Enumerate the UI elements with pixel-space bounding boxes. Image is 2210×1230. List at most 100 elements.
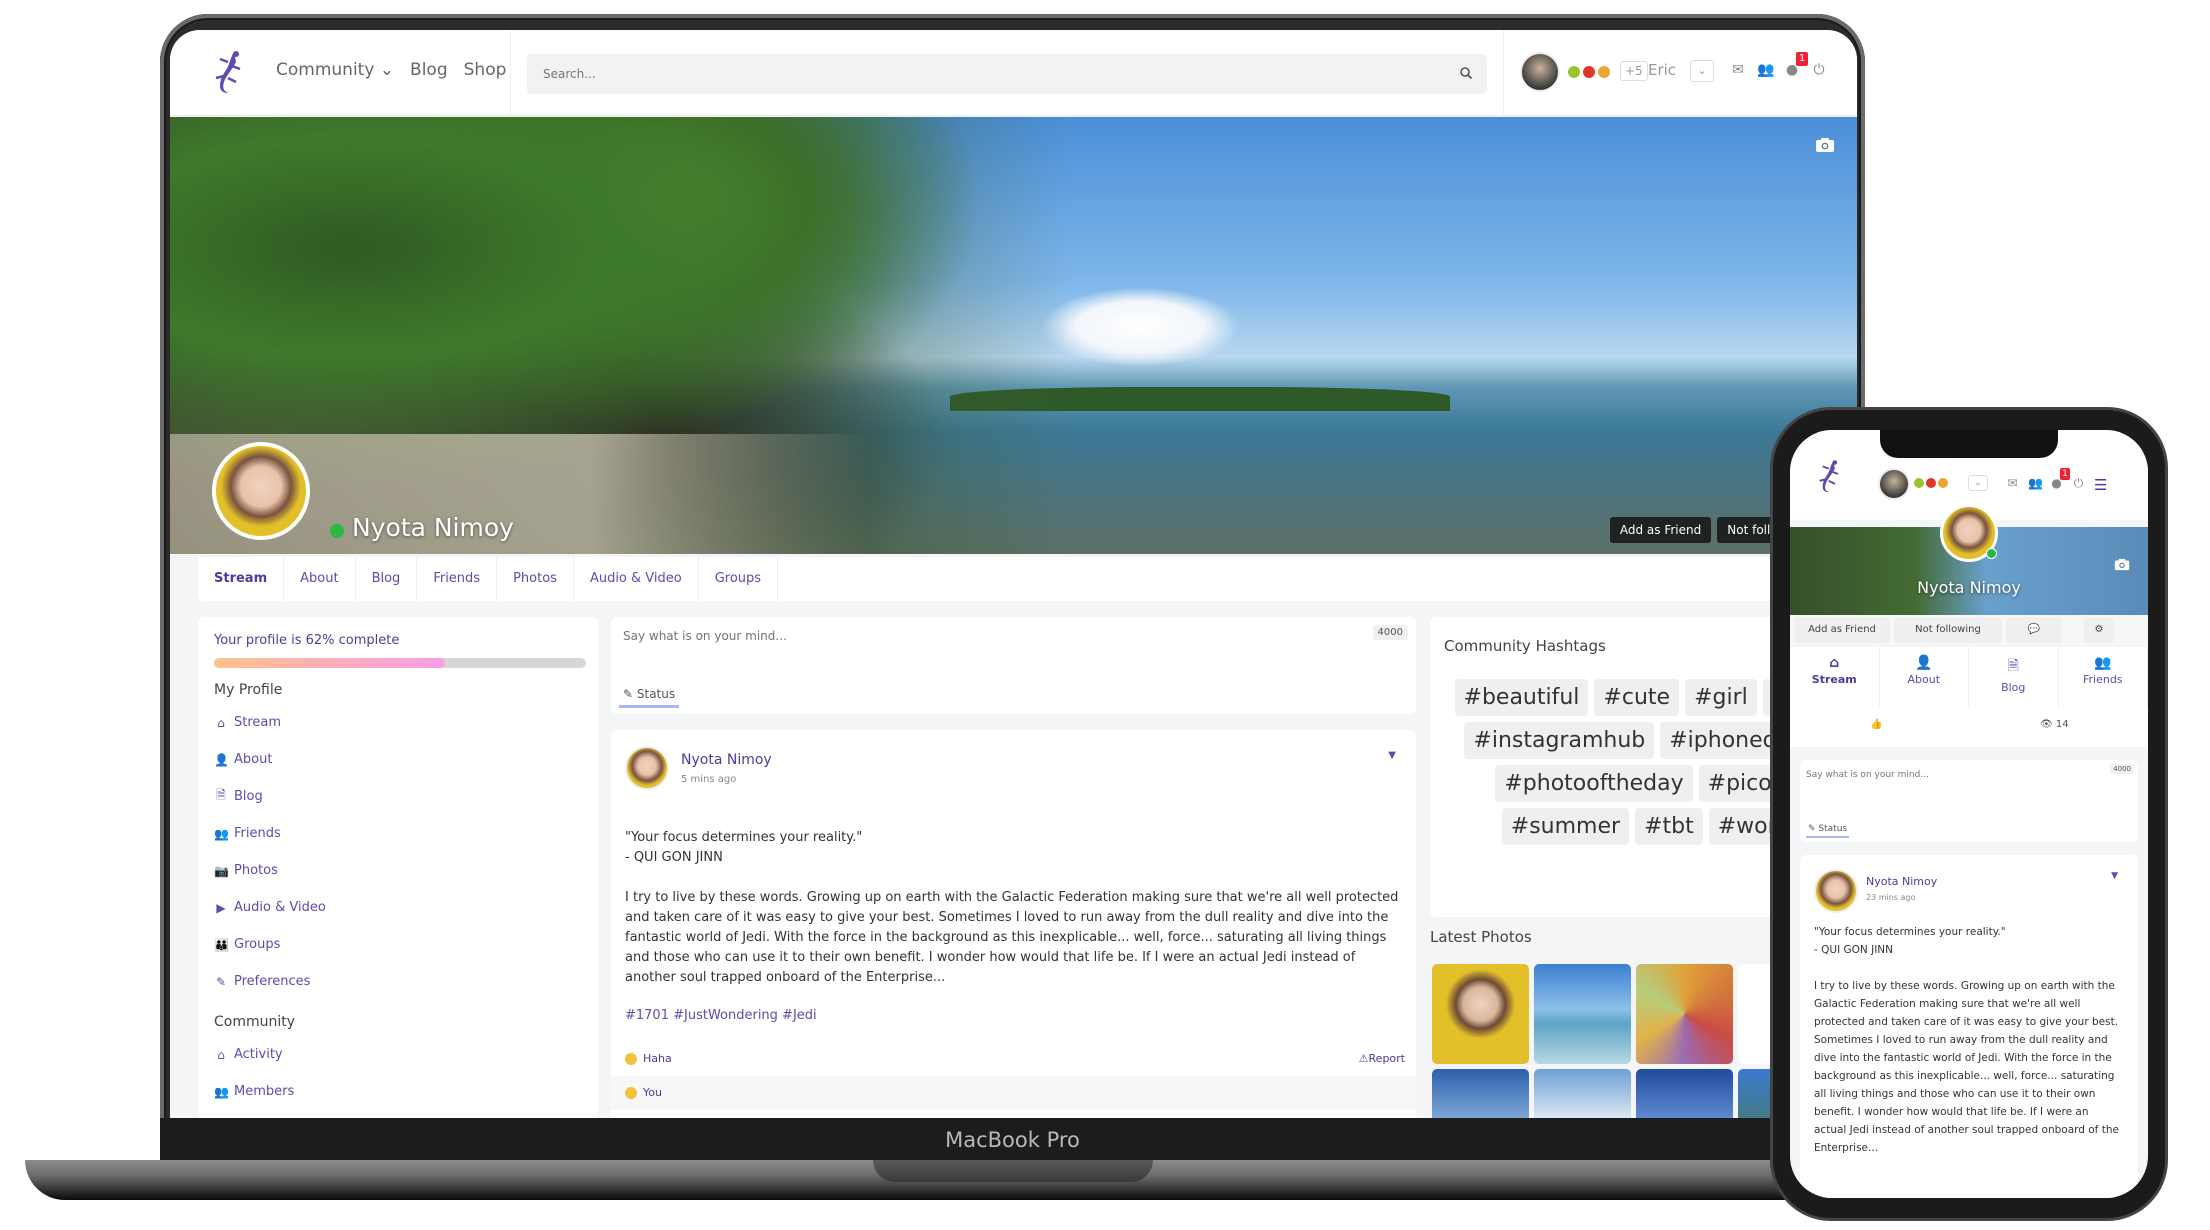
status-tab[interactable]: ✎ Status [1806, 822, 1850, 838]
file-icon: 🗎 [2007, 658, 2019, 674]
search-input[interactable] [527, 54, 1487, 94]
sidebar-item-preferences[interactable]: ✎ Preferences [214, 963, 582, 1000]
post-body: "Your focus determines your reality." - … [1814, 926, 2119, 1154]
sidebar-item-blog[interactable]: 🗎 Blog [214, 778, 582, 815]
search-icon[interactable] [1459, 66, 1473, 80]
add-friend-button[interactable]: Add as Friend [1794, 617, 1890, 643]
gear-icon: ⚙ [2094, 624, 2104, 635]
hashtag[interactable]: #tbt [1635, 808, 1703, 845]
post-author[interactable]: Nyota Nimoy [1866, 875, 1937, 888]
tab-friends[interactable]: 👥 Friends [2059, 647, 2148, 707]
sidebar-item-groups[interactable]: 👪 Groups [214, 926, 582, 963]
status-input[interactable] [1806, 770, 2076, 800]
profile-completion-label: Your profile is 62% complete [214, 633, 400, 648]
laughing-emoji-icon [625, 1053, 637, 1065]
status-composer: 4000 ✎ Status [611, 617, 1416, 714]
hashtag[interactable]: #girl [1685, 679, 1757, 716]
sidebar-item-audio-video[interactable]: ▶ Audio & Video [214, 889, 582, 926]
nav-shop[interactable]: Shop [464, 60, 507, 80]
user-menu-chevron-icon[interactable]: ⌄ [1968, 475, 1988, 491]
sidebar-item-stream[interactable]: ⌂ Stream [214, 704, 582, 741]
more-badges-count[interactable]: +5 [1620, 61, 1648, 81]
post-author-avatar[interactable] [625, 746, 669, 790]
gecko-logo-icon[interactable] [1812, 456, 1844, 498]
profile-views: 👁 14 [2040, 719, 2069, 730]
photo-thumbnail[interactable] [1432, 964, 1529, 1064]
hamburger-menu-icon[interactable]: ☰ [2094, 476, 2107, 494]
mail-icon[interactable]: ✉ [1730, 62, 1746, 78]
photo-thumbnail[interactable] [1636, 1069, 1733, 1120]
photo-thumbnail[interactable] [1432, 1069, 1529, 1120]
gecko-logo-icon[interactable] [206, 48, 248, 98]
nav-blog[interactable]: Blog [410, 60, 448, 80]
power-icon[interactable]: ⏻ [1811, 62, 1827, 78]
camera-icon[interactable] [2114, 558, 2130, 571]
tab-stream[interactable]: Stream [198, 557, 285, 601]
reacted-by-label[interactable]: You [643, 1086, 662, 1099]
char-counter: 4000 [1372, 625, 1408, 640]
tab-blog[interactable]: Blog [356, 557, 418, 601]
camera-icon: 📷 [214, 863, 229, 878]
photo-thumbnail[interactable] [1534, 964, 1631, 1064]
user-icon: 👤 [1915, 655, 1933, 671]
hashtag[interactable]: #photooftheday [1495, 765, 1693, 802]
post-author[interactable]: Nyota Nimoy [681, 752, 772, 768]
tab-photos[interactable]: Photos [497, 557, 574, 601]
sidebar-item-friends[interactable]: 👥 Friends [214, 815, 582, 852]
photo-thumbnail[interactable] [1636, 964, 1733, 1064]
post-hashtags[interactable]: #1701 #JustWondering #Jedi [625, 1008, 817, 1023]
tab-stream[interactable]: ⌂ Stream [1790, 647, 1880, 707]
friends-icon[interactable]: 👥 [1757, 62, 1774, 78]
tab-groups[interactable]: Groups [699, 557, 779, 601]
mail-icon[interactable]: ✉ [2006, 476, 2019, 490]
post-options-caret-icon[interactable]: ▼ [1388, 750, 1396, 761]
tab-audio-video[interactable]: Audio & Video [574, 557, 699, 601]
post-reactions: Haha ⚠Report [625, 1052, 1405, 1065]
hashtag[interactable]: #instagramhub [1464, 722, 1655, 759]
sidebar-item-members[interactable]: 👥 Members [214, 1073, 582, 1110]
message-button[interactable]: 💬 [2006, 617, 2062, 643]
globe-icon[interactable]: ● 1 [1784, 52, 1808, 78]
profile-avatar[interactable] [212, 442, 310, 540]
hashtag[interactable]: #summer [1501, 808, 1630, 845]
post-author-avatar[interactable] [1814, 869, 1858, 913]
settings-button[interactable]: ⚙ [2084, 617, 2114, 643]
user-avatar[interactable] [1520, 52, 1560, 92]
tab-about[interactable]: About [284, 557, 356, 601]
post-options-caret-icon[interactable]: ▼ [2111, 871, 2118, 881]
header-icons: ✉ 👥 ● 1 ⏻ [1730, 52, 1827, 78]
sidebar-item-about[interactable]: 👤 About [214, 741, 582, 778]
tab-friends[interactable]: Friends [417, 557, 498, 601]
hashtags-title: Community Hashtags [1444, 637, 1606, 655]
activity-post: Nyota Nimoy 5 mins ago ▼ "Your focus det… [611, 730, 1416, 1120]
tab-about[interactable]: 👤 About [1880, 647, 1969, 707]
user-name[interactable]: Eric [1648, 61, 1676, 79]
nav-community[interactable]: Community ⌄ [276, 60, 394, 80]
hashtag[interactable]: #cute [1594, 679, 1680, 716]
community-heading: Community [214, 1014, 296, 1030]
add-friend-button[interactable]: Add as Friend [1609, 517, 1712, 543]
status-tab[interactable]: ✎ Status [619, 683, 680, 708]
sidebar-item-photos[interactable]: 📷 Photos [214, 852, 582, 889]
globe-icon[interactable]: ● 1 [2050, 468, 2070, 490]
friends-icon[interactable]: 👥 [2028, 476, 2043, 490]
status-tab-label: Status [636, 687, 676, 701]
like-icon[interactable]: 👍 [1870, 719, 1882, 730]
hashtag[interactable]: #beautiful [1454, 679, 1589, 716]
users-icon: 👥 [214, 826, 229, 841]
home-icon: ⌂ [217, 715, 225, 730]
camera-icon[interactable] [1815, 137, 1835, 153]
react-button[interactable]: Haha [625, 1052, 672, 1065]
follow-button[interactable]: Not following [1894, 617, 2002, 643]
power-icon[interactable]: ⏻ [2072, 476, 2085, 490]
user-menu-chevron-icon[interactable]: ⌄ [1690, 60, 1714, 82]
user-avatar[interactable] [1878, 468, 1910, 500]
report-button[interactable]: ⚠Report [1359, 1052, 1405, 1065]
photo-thumbnail[interactable] [1534, 1069, 1631, 1120]
pencil-icon: ✎ [623, 687, 637, 701]
status-input[interactable] [623, 629, 1343, 669]
sidebar-item-activity[interactable]: ⌂ Activity [214, 1036, 582, 1073]
views-count: 14 [2055, 719, 2069, 730]
badge-green-icon [1914, 478, 1924, 488]
tab-blog[interactable]: 🗎 Blog [1969, 647, 2059, 707]
